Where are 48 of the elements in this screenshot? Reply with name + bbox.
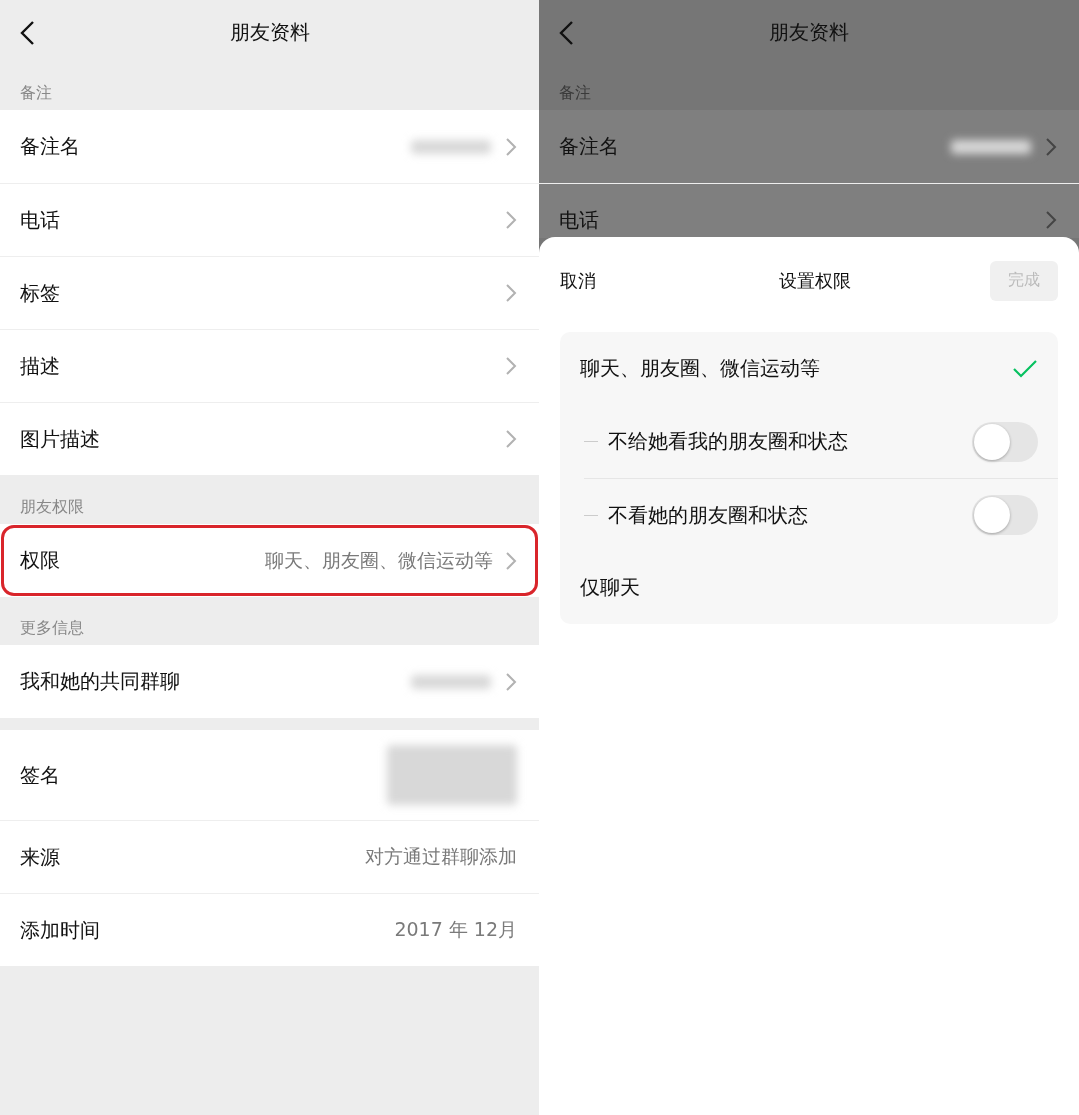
row-label: 来源 [20,843,61,871]
row-label: 电话 [559,206,600,234]
row-label: 添加时间 [20,916,101,944]
page-title: 朋友资料 [769,19,849,46]
chevron-icon [505,136,517,157]
chevron-icon [505,550,517,571]
chevron-icon [1045,136,1057,157]
permission-option[interactable]: 聊天、朋友圈、微信运动等 [560,332,1058,405]
page-title: 朋友资料 [229,19,310,46]
permission-option[interactable]: 仅聊天 [560,551,1058,624]
row-label: 描述 [20,352,61,380]
row-value: 聊天、朋友圈、微信运动等 [265,547,493,573]
section-label: 备注 [558,83,592,104]
permission-option[interactable]: 不看她的朋友圈和状态 [584,478,1058,551]
row-label: 签名 [20,761,61,789]
chevron-icon [505,429,517,449]
row-label: 我和她的共同群聊 [20,668,181,695]
section-label: 备注 [19,83,53,104]
chevron-icon [1045,210,1057,230]
option-label: 聊天、朋友圈、微信运动等 [580,355,821,382]
row-value: 对方通过群聊添加 [365,844,517,869]
option-label: 仅聊天 [580,574,641,601]
settings-row[interactable]: 备注名 [539,110,1079,183]
row-label: 备注名 [20,133,81,160]
chevron-icon [505,671,517,692]
option-label: 不看她的朋友圈和状态 [608,501,809,529]
section-label: 朋友权限 [19,497,85,518]
toggle-switch[interactable] [972,495,1038,535]
row-label: 电话 [20,206,61,234]
row-label: 权限 [20,547,61,574]
permission-option[interactable]: 不给她看我的朋友圈和状态 [584,405,1058,478]
settings-row[interactable]: 备注名 [0,110,539,183]
chevron-icon [505,283,517,303]
settings-row[interactable]: 电话 [0,183,539,256]
chevron-icon [505,356,517,376]
row-label: 图片描述 [20,425,101,453]
highlighted-row[interactable]: 权限 聊天、朋友圈、微信运动等 [0,524,539,597]
chevron-icon [505,210,517,230]
row-label: 标签 [20,279,61,307]
sheet-title: 设置权限 [779,268,851,293]
row-value: 2017 年 12月 [394,917,517,942]
toggle-switch[interactable] [972,421,1038,462]
settings-row[interactable]: 我和她的共同群聊 [0,645,539,718]
option-label: 不给她看我的朋友圈和状态 [608,428,849,455]
row-label: 备注名 [559,133,620,160]
section-label: 更多信息 [19,618,85,639]
settings-row[interactable]: 签名 [0,730,539,820]
cancel-button[interactable]: 取消 [560,268,640,293]
